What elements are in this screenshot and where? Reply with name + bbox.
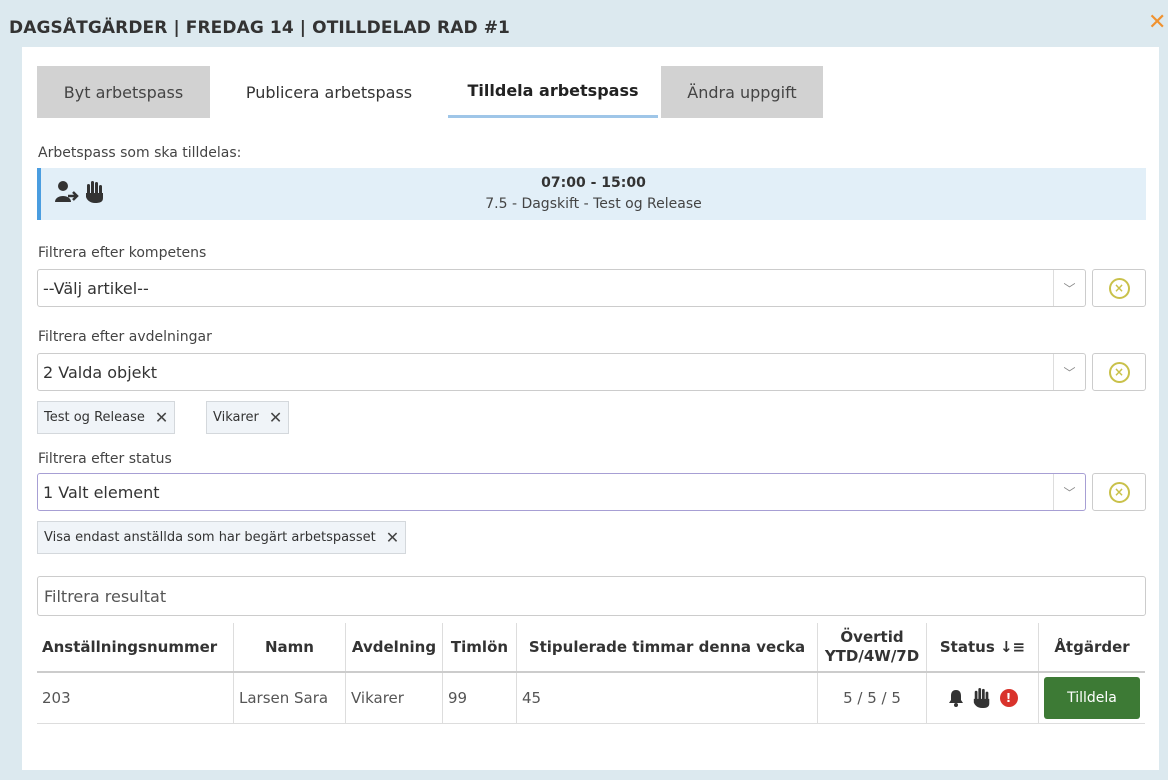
column-stipulated-hours[interactable]: Stipulerade timmar denna vecka — [516, 623, 818, 673]
clear-departments-button[interactable]: × — [1092, 353, 1146, 391]
shift-time: 07:00 - 15:00 — [541, 175, 646, 191]
results-filter-input[interactable]: Filtrera resultat — [37, 576, 1146, 616]
cell-status: ! — [926, 672, 1039, 724]
chevron-down-icon[interactable]: ﹀ — [1053, 270, 1085, 306]
shift-card: 07:00 - 15:00 7.5 - Dagskift - Test og R… — [37, 168, 1146, 220]
department-chip: Vikarer ✕ — [206, 401, 290, 434]
clear-status-button[interactable]: × — [1092, 473, 1146, 511]
column-actions: Åtgärder — [1038, 623, 1145, 673]
shift-description: 7.5 - Dagskift - Test og Release — [485, 196, 702, 212]
cell-actions: Tilldela — [1038, 672, 1145, 724]
employees-table: Anställningsnummer Namn Avdelning Timlön… — [37, 623, 1145, 724]
column-name[interactable]: Namn — [233, 623, 346, 673]
column-status[interactable]: Status ↓≡ — [926, 623, 1039, 673]
clear-competence-button[interactable]: × — [1092, 269, 1146, 307]
tab-byt-arbetspass[interactable]: Byt arbetspass — [37, 66, 210, 118]
cell-stipulated-hours: 45 — [516, 672, 818, 724]
chevron-down-icon[interactable]: ﹀ — [1053, 354, 1085, 390]
table-row: 203 Larsen Sara Vikarer 99 45 5 / 5 / 5 … — [37, 672, 1145, 724]
dialog: DAGSÅTGÄRDER | FREDAG 14 | OTILLDELAD RA… — [0, 0, 1168, 780]
competence-select-value: --Välj artikel-- — [43, 278, 149, 298]
cell-department: Vikarer — [345, 672, 443, 724]
clear-icon: × — [1108, 481, 1130, 503]
status-filter-label: Filtrera efter status — [38, 451, 172, 467]
column-overtime[interactable]: Övertid YTD/4W/7D — [817, 623, 927, 673]
tab-publicera-arbetspass[interactable]: Publicera arbetspass — [212, 66, 446, 118]
bell-icon — [948, 690, 963, 707]
departments-filter-label: Filtrera efter avdelningar — [38, 329, 212, 345]
hand-icon — [973, 688, 989, 708]
column-hourly-wage[interactable]: Timlön — [442, 623, 517, 673]
dialog-title: DAGSÅTGÄRDER | FREDAG 14 | OTILLDELAD RA… — [9, 18, 510, 38]
status-select[interactable]: 1 Valt element ﹀ — [37, 473, 1086, 511]
remove-chip-icon[interactable]: ✕ — [155, 408, 168, 427]
chevron-down-icon[interactable]: ﹀ — [1053, 474, 1085, 510]
column-department[interactable]: Avdelning — [345, 623, 443, 673]
tab-tilldela-arbetspass[interactable]: Tilldela arbetspass — [448, 66, 658, 118]
assign-button[interactable]: Tilldela — [1044, 677, 1140, 719]
cell-hourly-wage: 99 — [442, 672, 517, 724]
tab-andra-uppgift[interactable]: Ändra uppgift — [661, 66, 823, 118]
close-icon[interactable]: ✕ — [1148, 12, 1166, 34]
column-employee-number[interactable]: Anställningsnummer — [37, 623, 234, 673]
remove-chip-icon[interactable]: ✕ — [386, 528, 399, 547]
competence-select[interactable]: --Välj artikel-- ﹀ — [37, 269, 1086, 307]
departments-select-value: 2 Valda objekt — [43, 362, 158, 382]
clear-icon: × — [1108, 361, 1130, 383]
status-chip: Visa endast anställda som har begärt arb… — [37, 521, 407, 554]
error-icon: ! — [999, 689, 1018, 707]
sort-icon[interactable]: ↓≡ — [1000, 638, 1025, 656]
departments-select[interactable]: 2 Valda objekt ﹀ — [37, 353, 1086, 391]
cell-employee-number: 203 — [37, 672, 234, 724]
status-select-value: 1 Valt element — [43, 482, 160, 502]
remove-chip-icon[interactable]: ✕ — [269, 408, 282, 427]
cell-overtime: 5 / 5 / 5 — [817, 672, 927, 724]
clear-icon: × — [1108, 277, 1130, 299]
cell-name: Larsen Sara — [233, 672, 346, 724]
competence-filter-label: Filtrera efter kompetens — [38, 245, 207, 261]
shift-label: Arbetspass som ska tilldelas: — [38, 145, 242, 161]
department-chip: Test og Release ✕ — [37, 401, 176, 434]
